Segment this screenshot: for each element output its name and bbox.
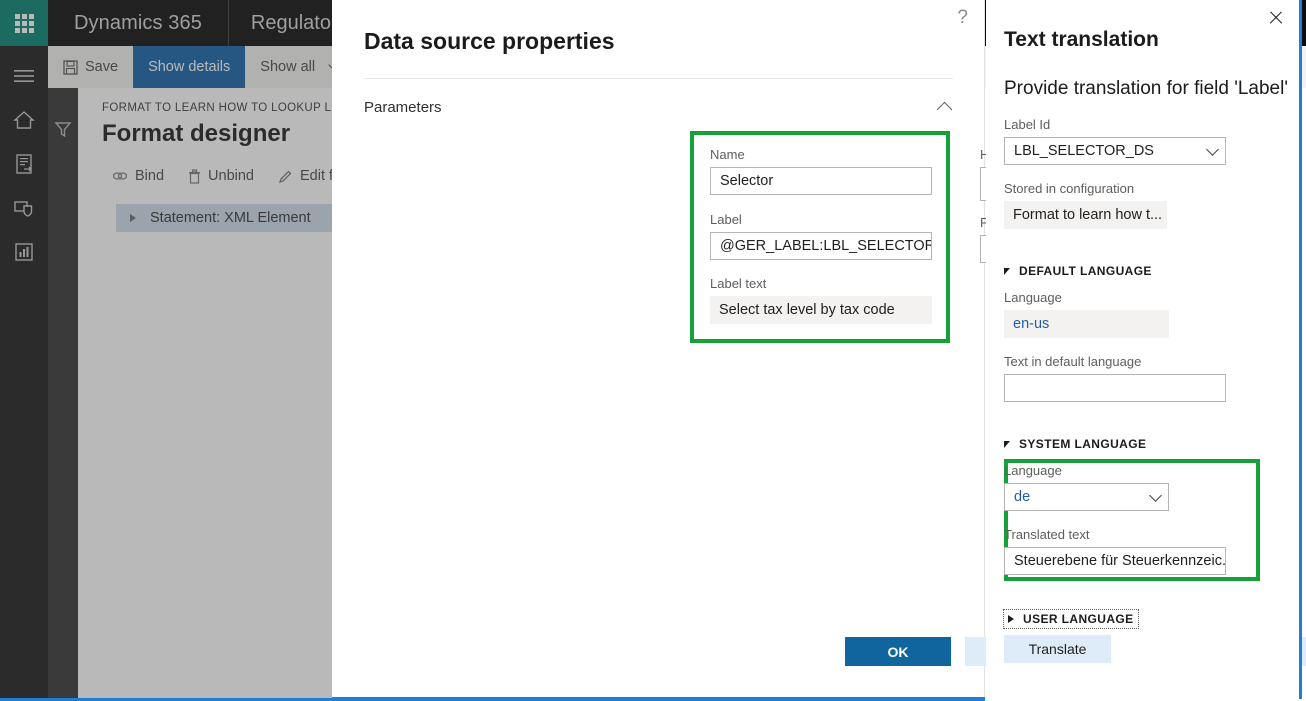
- name-field-group: Name Selector: [710, 147, 932, 195]
- panel-title: Text translation: [1004, 28, 1159, 51]
- link-icon: [112, 172, 128, 180]
- default-language-field-group: Language en-us: [1004, 290, 1169, 338]
- shield-icon: [14, 201, 33, 217]
- chevron-down-icon: [1149, 488, 1162, 502]
- unbind-button[interactable]: Unbind: [178, 162, 264, 190]
- default-language-group-label: DEFAULT LANGUAGE: [1019, 264, 1152, 278]
- tree-item-label: Statement: XML Element: [150, 210, 311, 226]
- text-translation-panel: Text translation Provide translation for…: [986, 0, 1302, 699]
- pencil-icon: [278, 170, 292, 183]
- default-language-value: en-us: [1004, 310, 1169, 338]
- show-details-label: Show details: [148, 59, 231, 75]
- bind-button-label: Bind: [135, 168, 165, 184]
- chevron-up-icon[interactable]: [936, 101, 953, 117]
- data-source-properties-dialog: ? Data source properties Parameters Name…: [332, 0, 1306, 699]
- label-id-dropdown[interactable]: LBL_SELECTOR_DS: [1004, 137, 1226, 165]
- triangle-right-icon: [1008, 615, 1014, 623]
- ok-button[interactable]: OK: [845, 637, 951, 666]
- app-launcher-button[interactable]: [0, 0, 48, 46]
- left-navigation-rail: [0, 46, 48, 701]
- waffle-grid-icon: [14, 13, 34, 33]
- label-id-value: LBL_SELECTOR_DS: [1014, 143, 1154, 159]
- triangle-down-icon: [1004, 440, 1010, 448]
- label-text-field-group: Label text Select tax level by tax code: [710, 276, 932, 324]
- sidebar-item-reports[interactable]: [0, 230, 48, 274]
- name-field-label: Name: [710, 147, 745, 162]
- sidebar-item-security[interactable]: [0, 186, 48, 230]
- parameters-section-header[interactable]: Parameters: [364, 95, 953, 119]
- label-id-group: Label Id LBL_SELECTOR_DS: [1004, 117, 1226, 165]
- label-input[interactable]: @GER_LABEL:LBL_SELECTOR_DS: [710, 232, 932, 260]
- user-language-group-label: USER LANGUAGE: [1023, 612, 1134, 626]
- sidebar-item-documents[interactable]: [0, 142, 48, 186]
- text-in-default-language-group: Text in default language: [1004, 354, 1226, 402]
- sidebar-item-home[interactable]: [0, 98, 48, 142]
- trash-icon: [189, 168, 201, 184]
- show-details-button[interactable]: Show details: [133, 46, 246, 88]
- report-icon: [15, 243, 33, 261]
- system-language-label: Language: [1004, 463, 1062, 478]
- brand-label[interactable]: Dynamics 365: [48, 12, 228, 35]
- system-language-group-label: SYSTEM LANGUAGE: [1019, 437, 1147, 451]
- save-icon: [63, 59, 78, 75]
- dialog-title: Data source properties: [364, 28, 615, 54]
- hamburger-icon: [14, 70, 34, 82]
- translated-text-label: Translated text: [1004, 527, 1090, 542]
- parameters-section-label: Parameters: [364, 98, 442, 116]
- text-in-default-language-label: Text in default language: [1004, 354, 1142, 369]
- save-button[interactable]: Save: [48, 46, 133, 88]
- chevron-down-icon: [1206, 142, 1219, 156]
- unbind-button-label: Unbind: [208, 168, 254, 184]
- label-field-group: Label @GER_LABEL:LBL_SELECTOR_DS: [710, 212, 932, 260]
- hamburger-menu-button[interactable]: [0, 54, 48, 98]
- translated-text-input[interactable]: Steuerebene für Steuerkennzeic...: [1004, 547, 1226, 575]
- question-mark-icon[interactable]: ?: [957, 8, 968, 27]
- default-language-label: Language: [1004, 290, 1062, 305]
- panel-translate-button[interactable]: Translate: [1004, 635, 1111, 663]
- system-language-value: de: [1014, 489, 1031, 505]
- close-icon[interactable]: [1267, 9, 1285, 27]
- label-text-value: Select tax level by tax code: [710, 296, 932, 324]
- filter-button[interactable]: [48, 120, 78, 138]
- stored-in-configuration-label: Stored in configuration: [1004, 181, 1135, 196]
- triangle-right-icon[interactable]: [130, 214, 136, 222]
- stored-in-configuration-group: Stored in configuration Format to learn …: [1004, 181, 1167, 229]
- show-all-label: Show all: [260, 59, 316, 75]
- bind-button[interactable]: Bind: [102, 162, 174, 190]
- filter-icon: [54, 122, 72, 138]
- translated-text-group: Translated text Steuerebene für Steuerke…: [1004, 527, 1226, 575]
- default-language-group-header[interactable]: DEFAULT LANGUAGE: [1004, 264, 1152, 278]
- user-language-group-header[interactable]: USER LANGUAGE: [1003, 609, 1139, 629]
- dialog-divider: [364, 78, 953, 79]
- secondary-nav-rail: [48, 88, 78, 701]
- save-button-label: Save: [85, 59, 119, 75]
- label-field-label: Label: [710, 212, 742, 227]
- label-text-field-label: Label text: [710, 276, 767, 291]
- name-input[interactable]: Selector: [710, 167, 932, 195]
- stored-in-configuration-value: Format to learn how t...: [1004, 201, 1167, 229]
- triangle-down-icon: [1004, 267, 1010, 275]
- panel-subtitle: Provide translation for field 'Label': [1004, 78, 1288, 99]
- system-language-field-group: Language de: [1004, 463, 1169, 511]
- system-language-dropdown[interactable]: de: [1004, 483, 1169, 511]
- system-language-group-header[interactable]: SYSTEM LANGUAGE: [1004, 437, 1146, 451]
- home-icon: [13, 111, 35, 129]
- text-in-default-language-input[interactable]: [1004, 374, 1226, 402]
- document-icon: [16, 154, 32, 174]
- dialog-bottom-accent: [332, 697, 985, 699]
- label-id-label: Label Id: [1004, 117, 1051, 132]
